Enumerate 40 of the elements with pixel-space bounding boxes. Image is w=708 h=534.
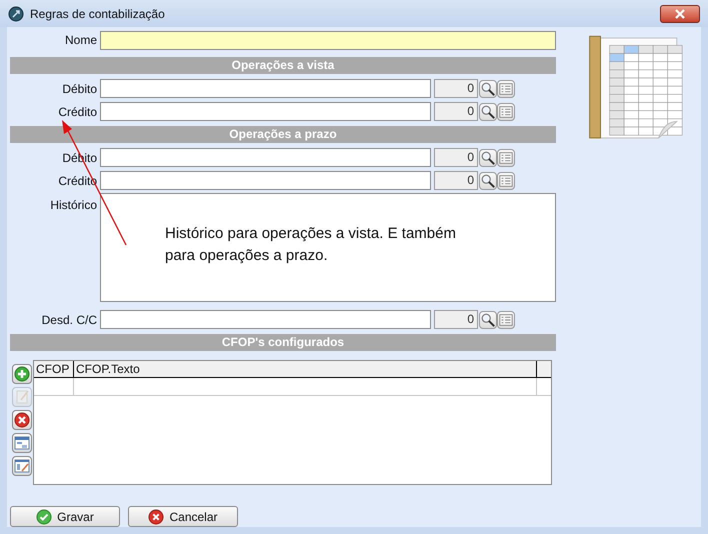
window-icon[interactable] <box>12 433 32 453</box>
account-field[interactable] <box>100 171 431 190</box>
annotation-text: Histórico para operações a vista. E também para operações a prazo. <box>165 224 457 266</box>
search-icon[interactable] <box>479 80 497 98</box>
field-label: Desd. C/C <box>40 312 98 328</box>
section-header: Operações a vista <box>10 57 556 74</box>
app-icon <box>8 6 24 22</box>
account-field[interactable] <box>100 148 431 167</box>
close-icon[interactable] <box>674 8 686 18</box>
section-header: Operações a prazo <box>10 126 556 143</box>
field-label: Histórico <box>49 197 98 214</box>
form-edit-icon[interactable] <box>12 456 32 476</box>
account-field[interactable] <box>100 310 431 329</box>
account-field[interactable] <box>100 79 431 98</box>
check-icon <box>36 508 52 524</box>
code-field[interactable]: 0 <box>434 148 478 167</box>
cancel-button[interactable]: Cancelar <box>128 506 238 527</box>
search-icon[interactable] <box>479 172 497 190</box>
code-field[interactable]: 0 <box>434 79 478 98</box>
search-icon[interactable] <box>479 310 497 328</box>
column-header[interactable]: CFOP <box>34 361 74 377</box>
search-icon[interactable] <box>479 148 497 166</box>
search-icon[interactable] <box>479 102 497 120</box>
code-field[interactable]: 0 <box>434 310 478 329</box>
delete-icon[interactable] <box>12 410 32 430</box>
window-title: Regras de contabilização <box>30 6 165 22</box>
cancel-icon <box>148 508 164 524</box>
field-label: Nome <box>64 32 98 49</box>
code-field[interactable]: 0 <box>434 171 478 190</box>
add-icon[interactable] <box>12 364 32 384</box>
history-field[interactable] <box>100 193 556 302</box>
account-field[interactable] <box>100 102 431 121</box>
section-header: CFOP's configurados <box>10 334 556 351</box>
field-label: Débito <box>61 80 98 98</box>
code-field[interactable]: 0 <box>434 102 478 121</box>
column-header[interactable]: CFOP.Texto <box>74 361 537 377</box>
field-label: Crédito <box>57 104 98 120</box>
close-button[interactable] <box>660 4 700 22</box>
name-field[interactable] <box>100 30 556 50</box>
save-button[interactable]: Gravar <box>10 506 120 527</box>
